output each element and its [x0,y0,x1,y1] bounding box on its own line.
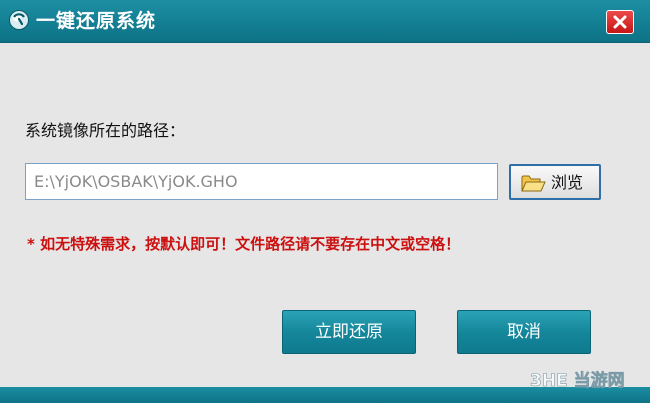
warning-text: * 如无特殊需求，按默认即可！文件路径请不要存在中文或空格！ [27,235,461,253]
restore-dialog: 一键还原系统 系统镜像所在的路径： 浏览 * 如无特殊需求，按默认即可！文件路径… [0,0,650,403]
close-icon [613,15,627,29]
image-path-label: 系统镜像所在的路径： [25,121,186,140]
watermark: 3HE 当游网 [530,370,625,392]
app-logo-icon [9,10,29,30]
browse-button-label: 浏览 [551,173,584,192]
restore-now-button[interactable]: 立即还原 [282,310,416,354]
title-bar[interactable]: 一键还原系统 [0,0,650,43]
window-title: 一键还原系统 [36,10,157,32]
close-button[interactable] [606,10,634,34]
browse-button[interactable]: 浏览 [509,164,601,200]
image-path-input[interactable] [25,163,498,200]
watermark-text: 3HE 当游网 [530,370,625,391]
folder-open-icon [521,175,546,192]
cancel-button[interactable]: 取消 [457,310,591,354]
